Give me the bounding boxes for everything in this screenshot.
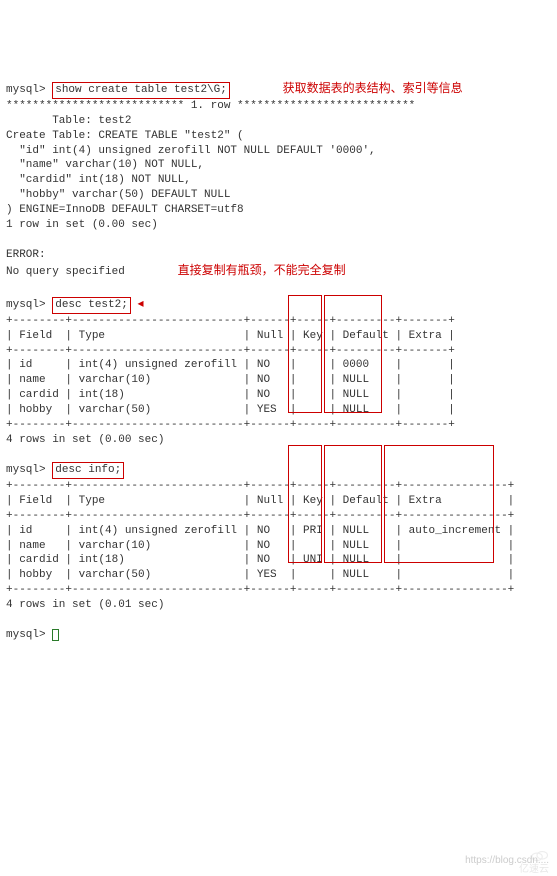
prompt: mysql> bbox=[6, 299, 46, 311]
table1-sep: +--------+--------------------------+---… bbox=[6, 315, 455, 327]
table2-sep: +--------+--------------------------+---… bbox=[6, 584, 514, 596]
rowcount-2: 4 rows in set (0.00 sec) bbox=[6, 434, 164, 446]
table2-sep: +--------+--------------------------+---… bbox=[6, 510, 514, 522]
cursor[interactable] bbox=[52, 629, 59, 641]
engine-line: ) ENGINE=InnoDB DEFAULT CHARSET=utf8 bbox=[6, 204, 244, 216]
command-1[interactable]: show create table test2\G; bbox=[52, 82, 230, 99]
command-3[interactable]: desc info; bbox=[52, 462, 124, 479]
error-label: ERROR: bbox=[6, 249, 46, 261]
rowcount-1: 1 row in set (0.00 sec) bbox=[6, 219, 158, 231]
table-row: | name | varchar(10) | NO | | NULL | | bbox=[6, 540, 514, 552]
table2-head: | Field | Type | Null | Key | Default | … bbox=[6, 495, 514, 507]
create-table-line: Create Table: CREATE TABLE "test2" ( bbox=[6, 130, 244, 142]
arrow-icon: ◂ bbox=[137, 295, 143, 311]
table1-sep: +--------+--------------------------+---… bbox=[6, 419, 455, 431]
table1-head: | Field | Type | Null | Key | Default | … bbox=[6, 330, 455, 342]
col-id: "id" int(4) unsigned zerofill NOT NULL D… bbox=[6, 145, 376, 157]
prompt: mysql> bbox=[6, 629, 46, 641]
table2-sep: +--------+--------------------------+---… bbox=[6, 480, 514, 492]
command-2[interactable]: desc test2; bbox=[52, 297, 131, 314]
watermark: https://blog.csdn.... bbox=[465, 854, 549, 868]
prompt: mysql> bbox=[6, 464, 46, 476]
annotation-1: 获取数据表的表结构、索引等信息 bbox=[283, 80, 463, 96]
table-row: | id | int(4) unsigned zerofill | NO | |… bbox=[6, 359, 455, 371]
col-name: "name" varchar(10) NOT NULL, bbox=[6, 159, 204, 171]
logo: 亿速云 bbox=[503, 835, 549, 853]
table-row: | hobby | varchar(50) | YES | | NULL | | bbox=[6, 404, 455, 416]
table-row: | cardid | int(18) | NO | | NULL | | bbox=[6, 389, 455, 401]
table1-sep: +--------+--------------------------+---… bbox=[6, 345, 455, 357]
annotation-2: 直接复制有瓶颈，不能完全复制 bbox=[178, 262, 346, 278]
table-label: Table: test2 bbox=[6, 115, 131, 127]
prompt: mysql> bbox=[6, 84, 46, 96]
error-msg: No query specified bbox=[6, 266, 125, 278]
table-row: | id | int(4) unsigned zerofill | NO | P… bbox=[6, 525, 514, 537]
terminal-output: mysql> show create table test2\G; 获取数据表的… bbox=[6, 65, 551, 746]
table-row: | cardid | int(18) | NO | UNI | NULL | | bbox=[6, 554, 514, 566]
row-divider: *************************** 1. row *****… bbox=[6, 100, 415, 112]
table-row: | name | varchar(10) | NO | | NULL | | bbox=[6, 374, 455, 386]
rowcount-3: 4 rows in set (0.01 sec) bbox=[6, 599, 164, 611]
table-row: | hobby | varchar(50) | YES | | NULL | | bbox=[6, 569, 514, 581]
col-cardid: "cardid" int(18) NOT NULL, bbox=[6, 174, 191, 186]
col-hobby: "hobby" varchar(50) DEFAULT NULL bbox=[6, 189, 230, 201]
